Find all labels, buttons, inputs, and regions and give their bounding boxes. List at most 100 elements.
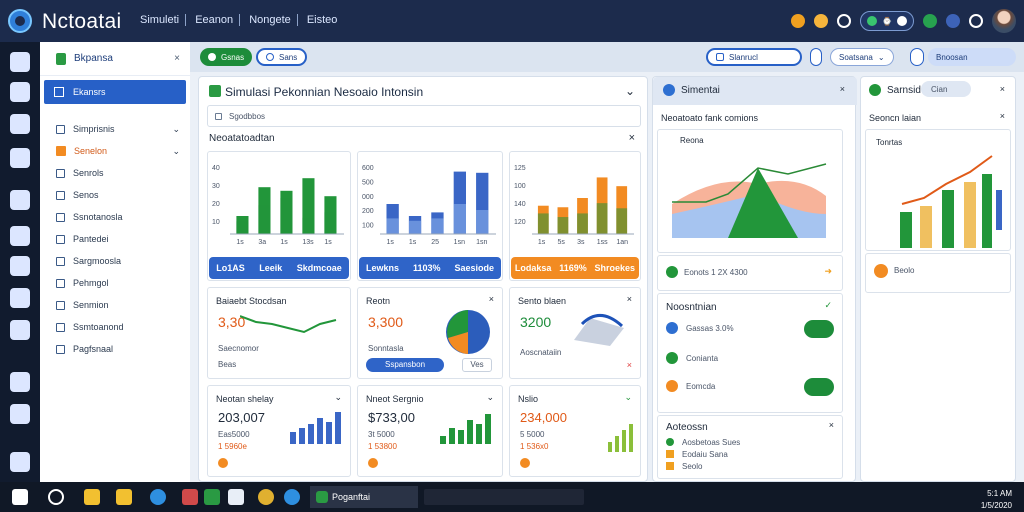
bar-secondary[interactable] [577,213,588,234]
send-icon[interactable] [10,320,30,340]
photos-icon[interactable] [228,489,244,505]
sidebar-item-simprisnis[interactable]: Simprisnis ⌄ [40,118,190,140]
people-icon[interactable] [10,372,30,392]
chevron-down-icon[interactable]: ⌄ [172,124,180,135]
bar-secondary[interactable] [302,217,315,234]
close-icon[interactable]: × [629,132,635,144]
mini-button-2[interactable]: Ves [462,358,492,372]
dashboard-icon[interactable] [10,82,30,102]
mini-button[interactable]: Sspansbon [366,358,444,372]
settings-icon[interactable] [969,14,983,28]
ie-icon[interactable] [284,489,300,505]
sidebar-item-senelon[interactable]: Senelon ⌄ [40,140,190,162]
close-icon[interactable]: × [174,53,180,64]
time-pill[interactable]: ⌚ [860,11,914,31]
sidebar-item[interactable]: Ssnotanosla [40,206,190,228]
search-icon[interactable] [837,14,852,28]
top-tab-1[interactable]: Simuleti [140,14,179,26]
calendar-icon[interactable] [10,226,30,246]
palette-icon[interactable] [814,14,829,28]
bar-secondary[interactable] [431,218,444,234]
chart-1-actions[interactable]: Lo1AS Leeik Skdmcoae [209,257,349,279]
chart-3-actions[interactable]: Lodaksa 1169% Shroekes [511,257,639,279]
bar-secondary[interactable] [453,204,466,234]
toggle-button[interactable] [804,320,834,338]
explorer-icon[interactable] [116,489,132,505]
sidebar-item[interactable]: Senmion [40,294,190,316]
clock[interactable]: 5:1 AM 1/5/2020 [981,490,1012,510]
search-placeholder: Sgodbbos [229,112,266,121]
bar-secondary[interactable] [408,220,422,234]
sidebar-item[interactable]: Senos [40,184,190,206]
close-icon[interactable]: × [840,84,845,94]
folder-icon[interactable] [84,489,100,505]
cloud-icon[interactable] [10,256,30,276]
sidebar-item[interactable]: Senrols [40,162,190,184]
bar-secondary[interactable] [476,210,489,234]
notification-icon[interactable] [791,14,806,28]
search-box[interactable] [424,489,584,505]
close-small-icon[interactable]: × [627,360,632,370]
chart-2-actions[interactable]: Lewkns 1103% Saesiode [359,257,501,279]
pill-button-2[interactable]: Sans [256,48,308,66]
chevron-down-icon[interactable]: ⌄ [625,84,635,98]
sidebar-item[interactable]: Ssmtoanond [40,316,190,338]
bar-secondary[interactable] [537,213,549,234]
close-icon[interactable]: × [489,294,494,304]
home-icon[interactable] [10,52,30,72]
chevron-down-icon[interactable]: ⌄ [624,392,632,403]
doc-icon[interactable] [10,114,30,134]
sidebar-item[interactable]: Pantedei [40,228,190,250]
sidebar-item-label: Sargmoosla [73,256,122,266]
chevron-down-icon[interactable]: ⌄ [172,146,180,157]
sidebar-item[interactable]: Pehmgol [40,272,190,294]
bar-secondary[interactable] [386,218,399,234]
key-icon[interactable] [10,148,30,168]
status-icon[interactable] [923,14,937,28]
logout-icon[interactable] [10,452,30,472]
top-tab-3[interactable]: Nongete [249,14,291,26]
arrow-icon[interactable]: ➜ [824,266,832,277]
toggle-button[interactable] [804,378,834,396]
sidebar-item[interactable]: Pagfsnaal [40,338,190,360]
windows-icon[interactable] [12,489,28,505]
close-icon[interactable]: × [1000,84,1005,94]
top-tab-2[interactable]: Eeanon [195,14,233,26]
chart-icon[interactable] [10,288,30,308]
edge-icon[interactable] [150,489,166,505]
close-icon[interactable] [897,16,907,26]
legend-row: Eonots 1 2X 4300 [684,268,748,277]
close-icon[interactable]: × [829,420,834,430]
close-icon[interactable]: × [627,294,632,304]
bar-secondary[interactable] [616,208,628,234]
bar-secondary[interactable] [258,205,271,234]
chrome-icon[interactable] [258,489,274,505]
folder-icon[interactable] [10,190,30,210]
avatar[interactable] [992,9,1016,33]
info-icon[interactable] [810,48,822,66]
search-pill[interactable]: Slanrucl [706,48,802,66]
sidebar-item-active[interactable]: Ekansrs [44,80,186,104]
mini-card-1: Baiaebt Stocdsan 3,30 Saecnomor Beas [207,287,351,379]
gear-icon[interactable] [10,404,30,424]
close-icon[interactable]: × [1000,111,1005,121]
help-icon[interactable] [946,14,960,28]
pill-button-1[interactable]: Gsnas [200,48,253,66]
chevron-down-icon[interactable]: ⌄ [486,392,494,403]
p-icon[interactable] [910,48,924,66]
top-tab-4[interactable]: Eisteo [307,14,338,26]
filter-dropdown[interactable]: Soatsana ⌄ [830,48,894,66]
bar-secondary[interactable] [557,217,569,234]
store-icon[interactable] [182,489,198,505]
sidebar: Bkpansa × Ekansrs Simprisnis ⌄ Senelon ⌄ Se… [40,42,190,482]
app-icon[interactable] [204,489,220,505]
bar-secondary[interactable] [324,212,337,234]
search-input[interactable] [207,105,641,127]
bar-secondary[interactable] [280,198,293,234]
bar-secondary[interactable] [236,221,249,234]
search-icon[interactable] [48,489,64,505]
bar-secondary[interactable] [596,203,608,234]
chevron-down-icon[interactable]: ⌄ [334,392,342,403]
sidebar-item[interactable]: Sargmoosla [40,250,190,272]
toolbar-button[interactable]: Bnoosan [928,48,1016,66]
